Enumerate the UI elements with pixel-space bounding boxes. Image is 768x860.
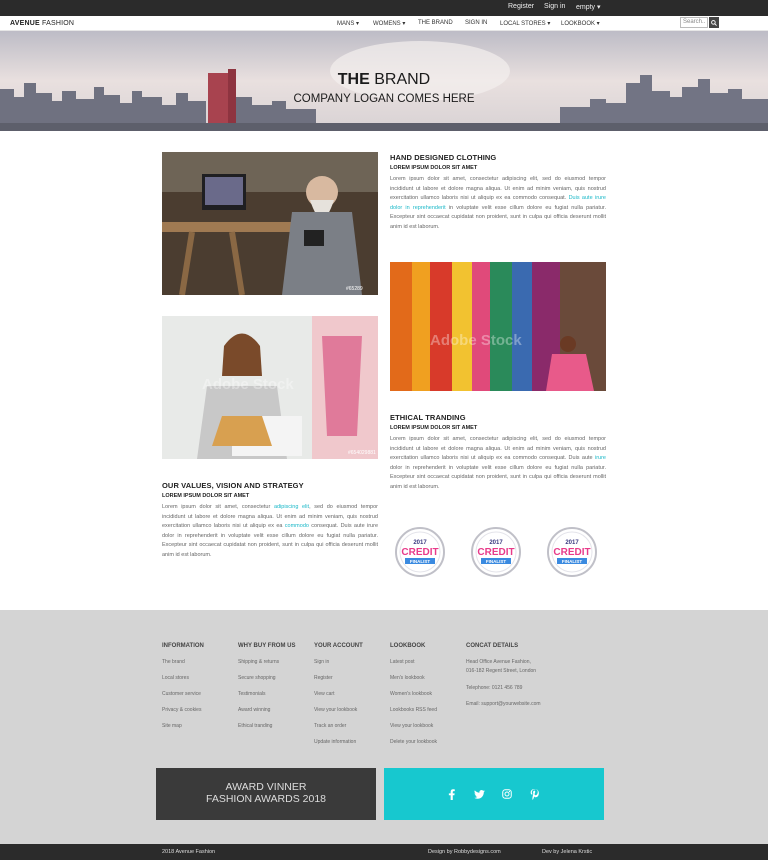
svg-text:FINALIST: FINALIST [486,559,506,564]
svg-text:2017: 2017 [565,540,579,546]
designer-credit[interactable]: Design by Robbydesigns.com [428,849,501,855]
fabrics-photo: Adobe Stock [390,262,606,391]
caret-down-icon: ▾ [595,21,600,27]
footer-link[interactable]: Register [314,675,333,681]
section-text: Lorem ipsum dolor sit amet, consectetur … [390,176,606,230]
footer-link[interactable]: Local stores [162,675,189,681]
cart-label: empty [576,4,596,11]
contact-address: 016-182 Regent Street, London [466,668,537,674]
footer-heading: CONCAT DETAILS [466,643,519,649]
section-text: Lorem ipsum dolor sit amet, consectetur … [162,504,378,558]
footer-link[interactable]: Update information [314,739,356,745]
pinterest-icon[interactable] [528,788,540,800]
signin-link[interactable]: Sign in [544,3,565,10]
register-link[interactable]: Register [508,3,534,10]
footer-link[interactable]: Women's lookbook [390,691,432,697]
stock-watermark: Adobe Stock [202,376,294,393]
footer-heading: LOOKBOOK [390,643,426,649]
footer-link[interactable]: Award winning [238,707,270,713]
section-text: Lorem ipsum dolor sit amet, consectetur … [390,436,606,490]
footer-link[interactable]: View your lookbook [314,707,357,713]
svg-text:2017: 2017 [489,540,503,546]
section-title: ETHICAL TRANDING [390,413,466,422]
caret-down-icon: ▾ [354,21,360,27]
caret-down-icon: ▾ [545,21,551,27]
section-title: HAND DESIGNED CLOTHING [390,153,497,162]
facebook-icon[interactable] [446,788,458,800]
svg-text:FINALIST: FINALIST [562,559,582,564]
svg-text:FINALIST: FINALIST [410,559,430,564]
footer-link[interactable]: Shipping & returns [238,659,279,665]
footer-link[interactable]: Privacy & cookies [162,707,201,713]
seamstress-photo: Adobe Stock #654029881 [162,316,378,459]
cart-dropdown[interactable]: empty ▾ [576,3,601,11]
section-subtitle: LOREM IPSUM DOLOR SIT AMET [162,493,250,499]
svg-text:CREDIT: CREDIT [401,547,438,558]
top-bar: Register Sign in empty ▾ [0,0,768,16]
section-title: OUR VALUES, VISION AND STRATEGY [162,481,304,490]
award-line: AWARD VINNER [225,781,307,793]
footer-link[interactable]: View your lookbook [390,723,433,729]
footer-link[interactable]: Customer service [162,691,201,697]
image-id: #654029881 [348,450,376,456]
credit-finalist-badge: 2017 CREDIT FINALIST [395,527,445,577]
stock-watermark: Adobe Stock [430,332,522,349]
bottom-bar: 2018 Avenue Fashion Design by Robbydesig… [0,844,768,860]
search-input[interactable]: Search.. [680,17,708,28]
svg-text:CREDIT: CREDIT [477,547,514,558]
section-subtitle: LOREM IPSUM DOLOR SIT AMET [390,165,478,171]
credit-finalist-badge: 2017 CREDIT FINALIST [547,527,597,577]
contact-address: Head Office Avenue Fashion, [466,659,531,665]
footer-heading: YOUR ACCOUNT [314,643,363,649]
nav-item-womens[interactable]: WOMENS ▾ [373,20,405,27]
hero-title: THE BRAND [337,71,431,88]
caret-down-icon: ▾ [400,21,406,27]
hero-banner: THE BRAND COMPANY LOGAN COMES HERE [0,31,768,131]
award-line: FASHION AWARDS 2018 [205,793,326,805]
section-subtitle: LOREM IPSUM DOLOR SIT AMET [390,425,478,431]
footer-link[interactable]: Ethical tranding [238,723,272,729]
nav-item-mans[interactable]: MANS ▾ [337,20,359,27]
svg-text:CREDIT: CREDIT [553,547,590,558]
inline-link[interactable]: irure [595,455,606,461]
footer-link[interactable]: Lookbooks RSS feed [390,707,437,713]
footer-link[interactable]: Testimonials [238,691,266,697]
nav-item-sign-in[interactable]: SIGN IN [465,20,487,26]
footer-link[interactable]: View cart [314,691,334,697]
image-id: #65289 [346,286,363,292]
main-navbar: AVENUE FASHION MANS ▾ WOMENS ▾ THE BRAND… [0,16,768,31]
nav-item-the-brand[interactable]: THE BRAND [418,20,453,26]
footer-link[interactable]: Secure shopping [238,675,276,681]
craftsman-photo: #65289 [162,152,378,295]
instagram-icon[interactable] [501,788,513,800]
footer-link[interactable]: Delete your lookbook [390,739,437,745]
developer-credit[interactable]: Dev by Jelena Krstic [542,849,592,855]
search-icon [711,19,717,26]
footer-link[interactable]: Latest post [390,659,414,665]
footer-link[interactable]: Track an order [314,723,346,729]
footer-heading: WHY BUY FROM US [238,643,296,649]
nav-item-lookbook[interactable]: LOOKBOOK ▾ [561,20,600,27]
inline-link[interactable]: commodo [285,523,309,529]
footer-link[interactable]: Sign in [314,659,329,665]
search-button[interactable] [709,17,719,28]
logo[interactable]: AVENUE FASHION [10,20,74,27]
footer-link[interactable]: Men's lookbook [390,675,425,681]
svg-text:2017: 2017 [413,540,427,546]
hero-subtitle: COMPANY LOGAN COMES HERE [293,93,475,105]
social-links [384,768,604,820]
caret-down-icon: ▾ [595,4,601,11]
footer-heading: INFORMATION [162,643,204,649]
inline-link[interactable]: adipiscing elit [274,504,309,510]
contact-phone: Telephone: 0121 456 789 [466,685,523,691]
copyright-text: 2018 Avenue Fashion [162,849,216,855]
award-banner: AWARD VINNER FASHION AWARDS 2018 [156,768,376,820]
credit-finalist-badge: 2017 CREDIT FINALIST [471,527,521,577]
footer-link[interactable]: The brand [162,659,185,665]
twitter-icon[interactable] [473,788,485,800]
footer-link[interactable]: Site map [162,723,182,729]
nav-item-local-stores[interactable]: LOCAL STORES ▾ [500,20,550,27]
contact-email[interactable]: Email: support@yourwebsite.com [466,701,541,707]
